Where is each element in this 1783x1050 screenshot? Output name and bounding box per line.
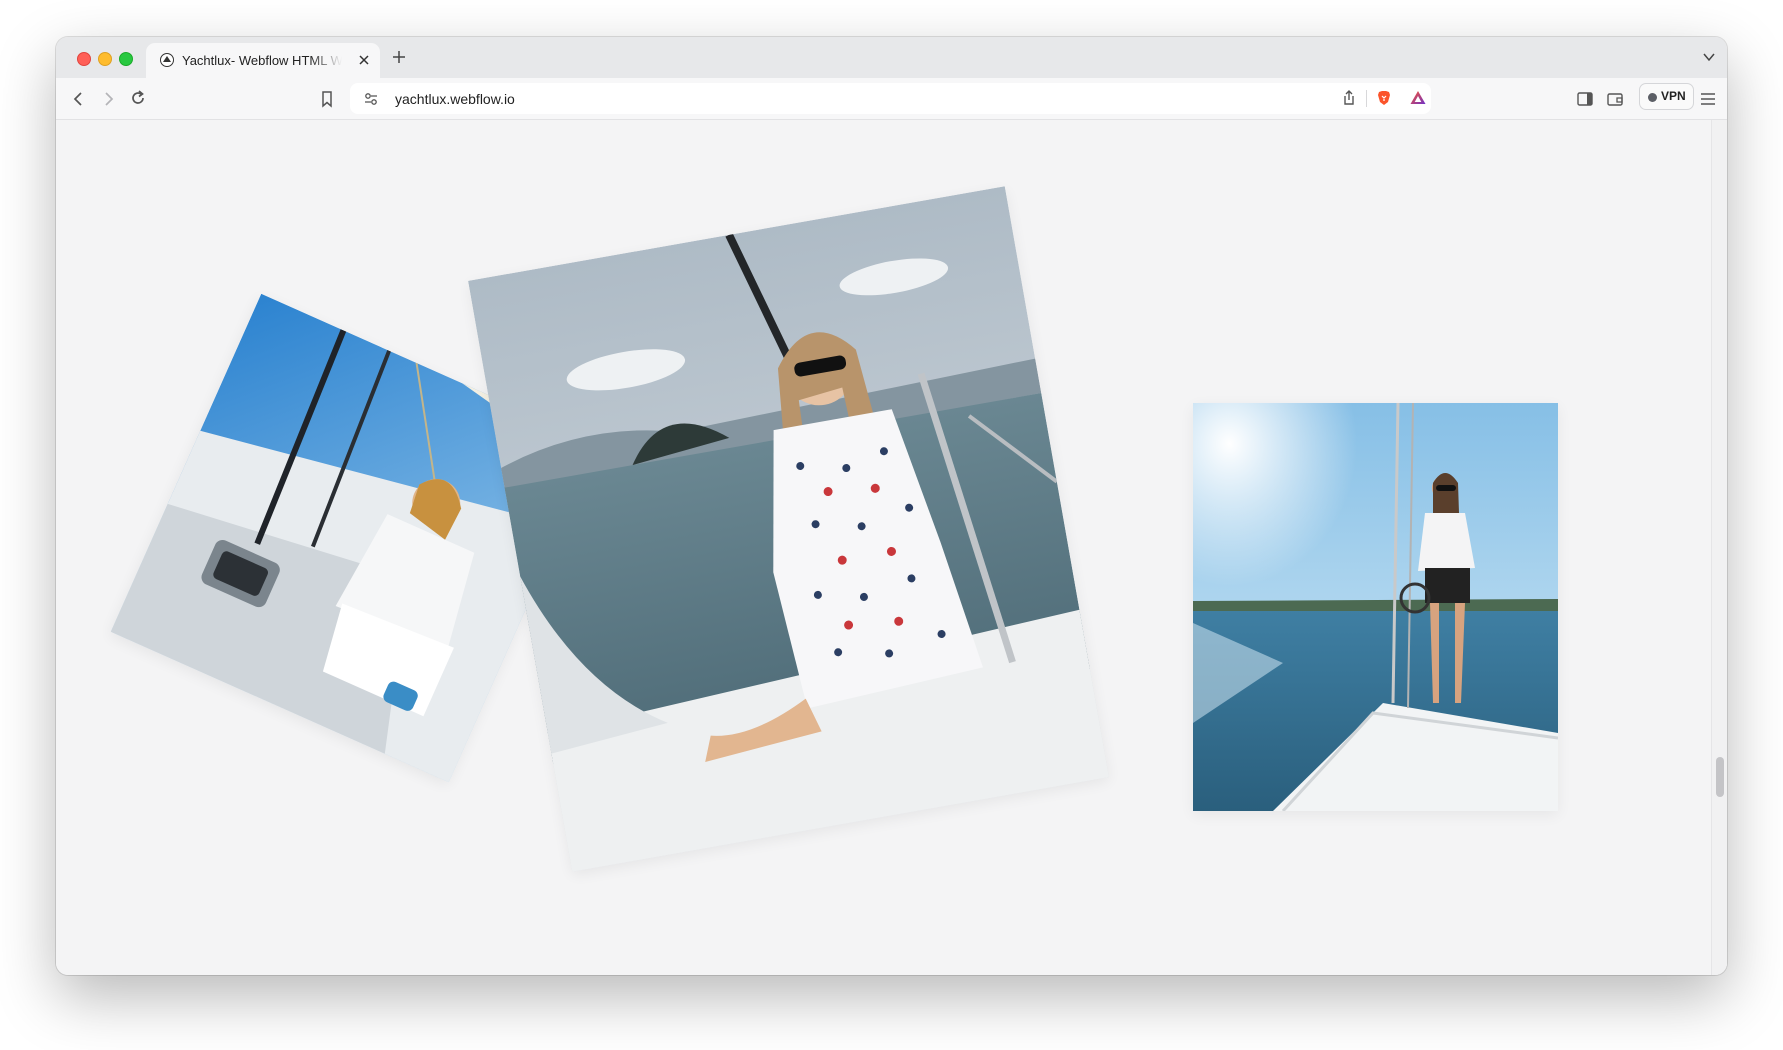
site-settings-icon[interactable] bbox=[362, 90, 380, 108]
vpn-button[interactable]: VPN bbox=[1639, 83, 1694, 110]
hamburger-menu-icon[interactable] bbox=[1699, 90, 1717, 108]
tab-strip: Yachtlux- Webflow HTML Website Template bbox=[56, 37, 1727, 78]
omnibox-divider bbox=[1366, 90, 1367, 107]
share-icon[interactable] bbox=[1340, 89, 1358, 107]
close-tab-icon[interactable] bbox=[358, 54, 370, 66]
reload-icon[interactable] bbox=[129, 89, 147, 107]
photo-center-woman-in-anchor-dress bbox=[468, 186, 1109, 872]
brave-shields-lion-icon[interactable] bbox=[1375, 89, 1393, 107]
new-tab-plus-icon[interactable] bbox=[392, 50, 406, 64]
browser-window: Yachtlux- Webflow HTML Website Template bbox=[56, 37, 1727, 975]
minimize-window-button[interactable] bbox=[98, 52, 112, 66]
bookmark-icon[interactable] bbox=[318, 90, 336, 108]
url-text: yachtlux.webflow.io bbox=[395, 91, 515, 107]
brave-rewards-triangle-icon[interactable] bbox=[1409, 89, 1427, 107]
back-arrow-icon[interactable] bbox=[70, 90, 88, 108]
tab-title: Yachtlux- Webflow HTML Website Template bbox=[182, 53, 342, 68]
tab-list-chevron-down-icon[interactable] bbox=[1703, 52, 1715, 62]
browser-toolbar: yachtlux.webflow.io VPN bbox=[56, 78, 1727, 120]
address-bar[interactable]: yachtlux.webflow.io bbox=[350, 83, 1431, 114]
vpn-label: VPN bbox=[1661, 89, 1686, 103]
sidebar-toggle-icon[interactable] bbox=[1576, 90, 1594, 108]
woman-on-yacht-bow-photo bbox=[1193, 403, 1558, 811]
webflow-favicon-icon bbox=[160, 53, 174, 67]
wallet-icon[interactable] bbox=[1606, 90, 1624, 108]
close-window-button[interactable] bbox=[77, 52, 91, 66]
browser-tab-active[interactable]: Yachtlux- Webflow HTML Website Template bbox=[146, 43, 380, 78]
maximize-window-button[interactable] bbox=[119, 52, 133, 66]
vertical-scrollbar-thumb[interactable] bbox=[1716, 757, 1724, 797]
forward-arrow-icon[interactable] bbox=[99, 90, 117, 108]
page-content bbox=[56, 120, 1727, 975]
vpn-status-dot bbox=[1648, 93, 1657, 102]
vertical-scrollbar-track[interactable] bbox=[1711, 120, 1727, 975]
woman-in-anchor-dress-photo bbox=[468, 186, 1109, 872]
photo-right-woman-on-yacht-bow bbox=[1193, 403, 1558, 811]
